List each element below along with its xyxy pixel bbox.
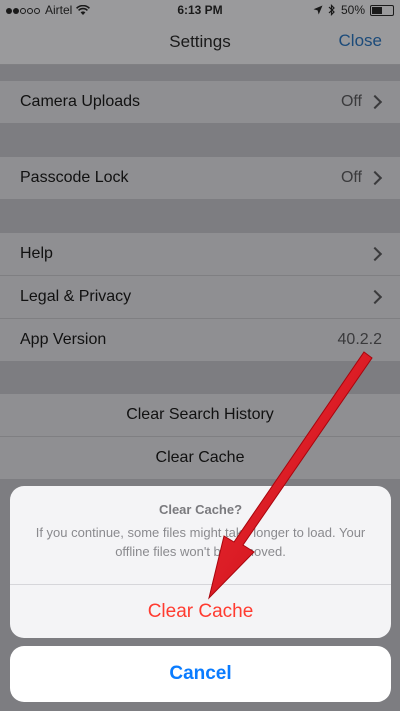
- chevron-right-icon: [367, 289, 383, 305]
- chevron-right-icon: [367, 246, 383, 262]
- camera-uploads-label: Camera Uploads: [20, 93, 141, 110]
- app-version-value: 40.2.2: [337, 331, 382, 348]
- action-sheet: Clear Cache? If you continue, some files…: [10, 486, 391, 638]
- battery-percent: 50%: [340, 3, 365, 17]
- location-arrow-icon: [313, 5, 323, 15]
- action-sheet-title: Clear Cache?: [158, 502, 243, 517]
- clear-search-history-row[interactable]: Clear Search History: [0, 394, 400, 437]
- action-sheet-message: If you continue, some files might take l…: [35, 525, 366, 559]
- help-row[interactable]: Help: [0, 233, 400, 276]
- chevron-right-icon: [367, 94, 383, 110]
- camera-uploads-value: Off: [340, 93, 362, 110]
- bluetooth-icon: [328, 4, 335, 16]
- legal-privacy-label: Legal & Privacy: [20, 288, 132, 305]
- settings-group-security: Passcode Lock Off: [0, 157, 400, 199]
- help-label: Help: [20, 245, 53, 262]
- app-version-row: App Version 40.2.2: [0, 319, 400, 361]
- close-button[interactable]: Close: [339, 31, 382, 51]
- clear-cache-confirm-button[interactable]: Clear Cache: [10, 584, 391, 638]
- chevron-right-icon: [367, 170, 383, 186]
- navigation-bar: Settings Close: [0, 20, 400, 65]
- battery-icon: [370, 4, 394, 16]
- settings-group-uploads: Camera Uploads Off: [0, 81, 400, 123]
- passcode-lock-row[interactable]: Passcode Lock Off: [0, 157, 400, 199]
- status-right: 50%: [313, 3, 394, 17]
- legal-privacy-row[interactable]: Legal & Privacy: [0, 276, 400, 319]
- settings-group-data: Clear Search History Clear Cache: [0, 394, 400, 479]
- app-version-label: App Version: [20, 331, 107, 348]
- passcode-lock-label: Passcode Lock: [20, 169, 129, 186]
- settings-group-about: Help Legal & Privacy App Version 40.2.2: [0, 233, 400, 361]
- status-bar: Airtel 6:13 PM 50%: [0, 0, 400, 20]
- passcode-lock-value: Off: [340, 169, 362, 186]
- clear-search-history-label: Clear Search History: [126, 406, 274, 423]
- clear-cache-row[interactable]: Clear Cache: [0, 437, 400, 479]
- clear-cache-label: Clear Cache: [155, 449, 245, 466]
- cancel-button[interactable]: Cancel: [10, 646, 391, 702]
- camera-uploads-row[interactable]: Camera Uploads Off: [0, 81, 400, 123]
